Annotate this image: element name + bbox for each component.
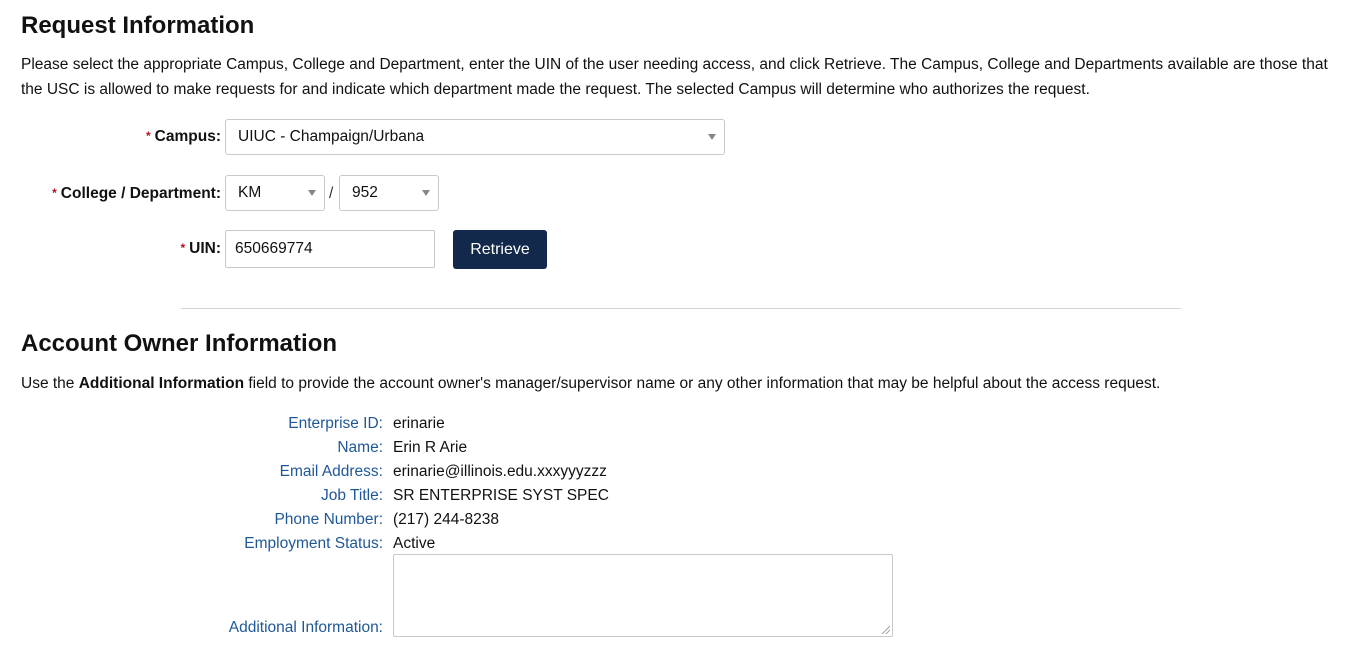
name-label: Name: [337,439,383,456]
required-marker: * [180,241,186,255]
college-select[interactable]: KM [225,175,325,211]
employment-status-value: Active [393,535,436,552]
resize-handle-icon[interactable] [882,626,890,634]
additional-info-textarea[interactable] [393,554,893,637]
phone-label: Phone Number: [274,511,383,528]
campus-select[interactable]: UIUC - Champaign/Urbana [225,119,725,155]
additional-info-label: Additional Information: [228,619,383,636]
phone-value: (217) 244-8238 [393,511,499,528]
college-selected-value: KM [238,184,262,201]
required-marker: * [52,186,57,200]
retrieve-button[interactable]: Retrieve [453,230,547,269]
chevron-down-icon [308,190,316,196]
college-department-separator: / [329,185,334,202]
campus-label: * Campus: [146,128,221,145]
college-department-label: * College / Department: [52,185,221,202]
required-marker: * [146,129,151,143]
chevron-down-icon [422,190,430,196]
email-value: erinarie@illinois.edu.xxxyyyzzz [393,463,607,480]
employment-status-label: Employment Status: [244,535,383,552]
uin-label: * UIN: [180,240,221,257]
enterprise-id-label: Enterprise ID: [288,415,383,432]
job-title-value: SR ENTERPRISE SYST SPEC [393,487,609,504]
account-owner-intro-text: Use the Additional Information field to … [21,375,1161,392]
name-value: Erin R Arie [393,439,468,456]
request-information-heading: Request Information [21,12,255,39]
request-intro-text: Please select the appropriate Campus, Co… [21,56,1328,98]
uin-input[interactable]: 650669774 [225,230,435,268]
chevron-down-icon [708,134,716,140]
account-owner-heading: Account Owner Information [21,330,338,357]
department-select[interactable]: 952 [339,175,439,211]
job-title-label: Job Title: [320,487,383,504]
enterprise-id-value: erinarie [393,415,445,432]
section-divider [181,308,1181,309]
email-label: Email Address: [279,463,383,480]
department-selected-value: 952 [352,184,378,201]
campus-selected-value: UIUC - Champaign/Urbana [238,128,425,145]
